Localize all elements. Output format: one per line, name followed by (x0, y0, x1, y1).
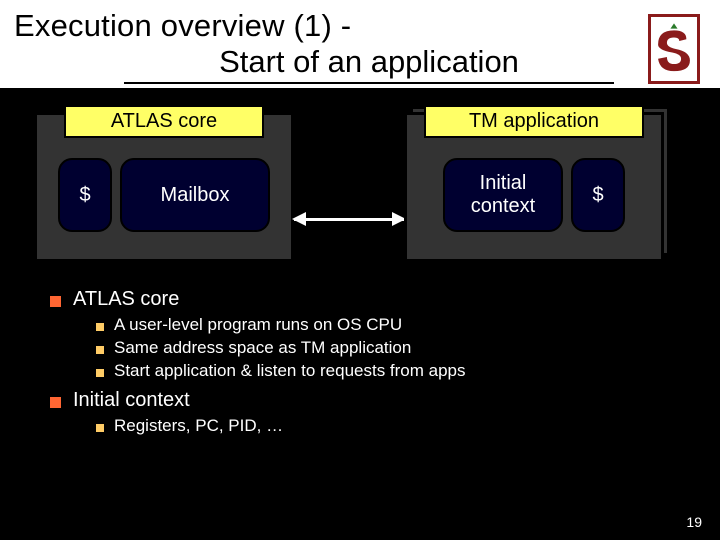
bullet-text: ATLAS core (73, 288, 179, 311)
bullet-icon (96, 346, 104, 354)
title-line-1: Execution overview (1) - (14, 8, 706, 44)
page-number: 19 (686, 514, 702, 530)
initial-context-block: Initial context (443, 158, 563, 232)
atlas-core-header: ATLAS core (64, 105, 264, 138)
sub-bullet-text: Same address space as TM application (114, 338, 411, 358)
sub-bullet: Start application & listen to requests f… (96, 361, 680, 381)
tm-application-panel: TM application Initial context $ (404, 112, 664, 262)
sub-bullet-text: Registers, PC, PID, … (114, 416, 283, 436)
stanford-logo (648, 14, 700, 84)
sub-bullet: Registers, PC, PID, … (96, 416, 680, 436)
sub-bullet: A user-level program runs on OS CPU (96, 315, 680, 335)
sub-bullet-text: Start application & listen to requests f… (114, 361, 466, 381)
architecture-diagram: ATLAS core $ Mailbox TM application Init… (34, 112, 686, 262)
bullet-list: ATLAS core A user-level program runs on … (50, 288, 680, 436)
bullet-initial-context: Initial context (50, 389, 680, 412)
tm-application-header: TM application (424, 105, 644, 138)
sub-bullet: Same address space as TM application (96, 338, 680, 358)
bullet-atlas-core: ATLAS core (50, 288, 680, 311)
bullet-icon (50, 397, 61, 408)
bullet-icon (50, 296, 61, 307)
atlas-core-panel: ATLAS core $ Mailbox (34, 112, 294, 262)
bullet-icon (96, 323, 104, 331)
cache-left: $ (58, 158, 112, 232)
title-line-2: Start of an application (124, 44, 614, 84)
bullet-icon (96, 369, 104, 377)
slide-title: Execution overview (1) - Start of an app… (0, 0, 720, 88)
bullet-text: Initial context (73, 389, 190, 412)
bullet-icon (96, 424, 104, 432)
mailbox-block: Mailbox (120, 158, 270, 232)
sub-bullet-text: A user-level program runs on OS CPU (114, 315, 402, 335)
bidirectional-arrow (294, 112, 404, 262)
cache-right: $ (571, 158, 625, 232)
